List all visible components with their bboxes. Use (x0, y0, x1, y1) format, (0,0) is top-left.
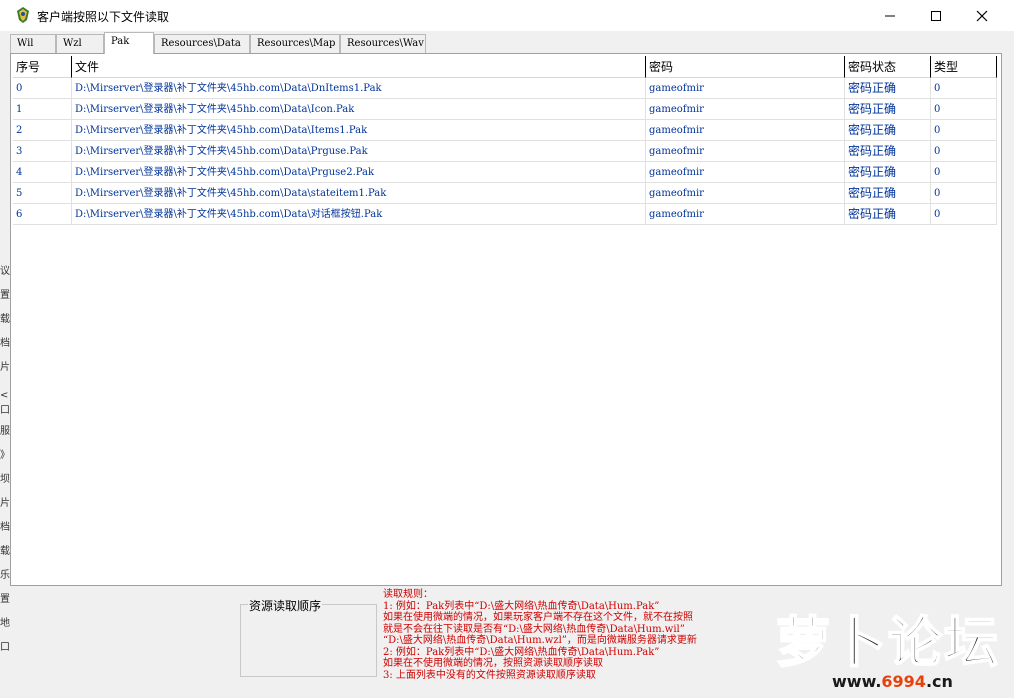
app-icon (17, 7, 29, 23)
cell-file: D:\Mirserver\登录器\补丁文件夹\45hb.com\Data\Prg… (72, 141, 646, 162)
table-row[interactable]: 2 D:\Mirserver\登录器\补丁文件夹\45hb.com\Data\I… (13, 120, 997, 141)
clipped-text: 片 (0, 498, 10, 509)
cell-file: D:\Mirserver\登录器\补丁文件夹\45hb.com\Data\Ite… (72, 120, 646, 141)
cell-index: 6 (13, 204, 72, 225)
clipped-text: 置 (0, 290, 10, 301)
rules-line: 1: 例如：Pak列表中“D:\盛大网络\热血传奇\Data\Hum.Pak” (383, 600, 660, 612)
cell-file: D:\Mirserver\登录器\补丁文件夹\45hb.com\Data\Prg… (72, 162, 646, 183)
cell-index: 3 (13, 141, 72, 162)
minimize-icon (885, 15, 895, 16)
cell-type: 0 (931, 99, 997, 120)
site-watermark: 萝卜论坛 www.6994.cn (770, 596, 1010, 694)
rules-line: 2: 例如：Pak列表中“D:\盛大网络\热血传奇\Data\Hum.Pak” (383, 646, 660, 658)
cell-status: 密码正确 (845, 204, 931, 225)
cell-type: 0 (931, 162, 997, 183)
cell-password: gameofmir (646, 78, 845, 99)
rules-line: 就是不会在往下读取是否有“D:\盛大网络\热血传奇\Data\Hum.wil” (383, 623, 685, 635)
window-title: 客户端按照以下文件读取 (37, 10, 170, 24)
rules-line: 如果在不使用微端的情况，按照资源读取顺序读取 (383, 658, 603, 669)
rules-line: “D:\盛大网络\热血传奇\Data\Hum.wzl”，而是向微端服务器请求更新 (383, 635, 697, 646)
clipped-text: 置 (0, 594, 10, 605)
clipped-text: 载 (0, 314, 10, 325)
left-clipped-strip: 议 置 载 档 片 <口 服 》 坝 片 档 载 乐 置 地 口 (0, 140, 10, 660)
file-list-table[interactable]: 序号 文件 密码 密码状态 类型 0 D:\Mirserver\登录器\补丁文件… (10, 53, 1002, 586)
clipped-text: 片 (0, 362, 10, 373)
read-rules-text: 读取规则： 1: 例如：Pak列表中“D:\盛大网络\热血传奇\Data\Hum… (383, 589, 783, 681)
clipped-text: 议 (0, 266, 10, 277)
cell-password: gameofmir (646, 204, 845, 225)
column-header-status[interactable]: 密码状态 (845, 56, 931, 78)
maximize-button[interactable] (913, 0, 959, 31)
tab-wil[interactable]: Wil (10, 34, 56, 53)
cell-file: D:\Mirserver\登录器\补丁文件夹\45hb.com\Data\DnI… (72, 78, 646, 99)
cell-type: 0 (931, 141, 997, 162)
close-button[interactable] (959, 0, 1005, 31)
title-bar: 客户端按照以下文件读取 (0, 0, 1014, 31)
tab-strip: Wil Wzl Pak Resources\Data Resources\Map… (8, 32, 428, 54)
rules-line: 如果在使用微端的情况，如果玩家客户端不存在这个文件，就不在按照 (383, 612, 693, 623)
clipped-text: 》 (0, 450, 10, 461)
cell-file: D:\Mirserver\登录器\补丁文件夹\45hb.com\Data\对话框… (72, 204, 646, 225)
table-row[interactable]: 5 D:\Mirserver\登录器\补丁文件夹\45hb.com\Data\s… (13, 183, 997, 204)
column-header-file[interactable]: 文件 (72, 56, 646, 78)
rules-line: 3: 上面列表中没有的文件按照资源读取顺序读取 (383, 669, 596, 681)
clipped-text: 服 (0, 426, 10, 437)
tab-wzl[interactable]: Wzl (56, 34, 104, 53)
tab-resources-map[interactable]: Resources\Map (250, 34, 340, 53)
tab-pak[interactable]: Pak (104, 32, 154, 54)
cell-status: 密码正确 (845, 120, 931, 141)
cell-index: 1 (13, 99, 72, 120)
cell-type: 0 (931, 183, 997, 204)
cell-password: gameofmir (646, 183, 845, 204)
cell-index: 0 (13, 78, 72, 99)
clipped-text: <口 (0, 390, 10, 416)
tab-resources-wav[interactable]: Resources\Wav (340, 34, 426, 53)
rules-line: 读取规则： (383, 589, 433, 600)
clipped-text: 坝 (0, 474, 10, 485)
clipped-text: 乐 (0, 570, 10, 581)
column-header-index[interactable]: 序号 (13, 56, 72, 78)
clipped-text: 载 (0, 546, 10, 557)
watermark-logo-text: 萝卜论坛 (775, 610, 1000, 675)
cell-type: 0 (931, 204, 997, 225)
cell-password: gameofmir (646, 99, 845, 120)
table-header: 序号 文件 密码 密码状态 类型 (13, 56, 997, 78)
cell-password: gameofmir (646, 141, 845, 162)
clipped-text: 档 (0, 522, 10, 533)
column-header-type[interactable]: 类型 (931, 56, 997, 78)
clipped-text: 口 (0, 642, 10, 653)
cell-index: 4 (13, 162, 72, 183)
cell-index: 2 (13, 120, 72, 141)
cell-type: 0 (931, 78, 997, 99)
close-icon (976, 10, 988, 21)
clipped-text: 档 (0, 338, 10, 349)
cell-status: 密码正确 (845, 99, 931, 120)
table-row[interactable]: 4 D:\Mirserver\登录器\补丁文件夹\45hb.com\Data\P… (13, 162, 997, 183)
cell-status: 密码正确 (845, 141, 931, 162)
table-row[interactable]: 1 D:\Mirserver\登录器\补丁文件夹\45hb.com\Data\I… (13, 99, 997, 120)
cell-file: D:\Mirserver\登录器\补丁文件夹\45hb.com\Data\sta… (72, 183, 646, 204)
cell-type: 0 (931, 120, 997, 141)
cell-password: gameofmir (646, 162, 845, 183)
cell-index: 5 (13, 183, 72, 204)
cell-status: 密码正确 (845, 183, 931, 204)
resource-order-title: 资源读取顺序 (248, 597, 323, 614)
table-row[interactable]: 6 D:\Mirserver\登录器\补丁文件夹\45hb.com\Data\对… (13, 204, 997, 225)
cell-file: D:\Mirserver\登录器\补丁文件夹\45hb.com\Data\Ico… (72, 99, 646, 120)
clipped-text: 地 (0, 618, 10, 629)
column-header-password[interactable]: 密码 (646, 56, 845, 78)
cell-status: 密码正确 (845, 162, 931, 183)
table-row[interactable]: 0 D:\Mirserver\登录器\补丁文件夹\45hb.com\Data\D… (13, 78, 997, 99)
tab-resources-data[interactable]: Resources\Data (154, 34, 250, 53)
cell-password: gameofmir (646, 120, 845, 141)
maximize-icon (931, 10, 941, 21)
table-row[interactable]: 3 D:\Mirserver\登录器\补丁文件夹\45hb.com\Data\P… (13, 141, 997, 162)
watermark-url: www.6994.cn (832, 672, 953, 691)
resource-order-group (240, 604, 377, 677)
minimize-button[interactable] (867, 0, 913, 31)
cell-status: 密码正确 (845, 78, 931, 99)
